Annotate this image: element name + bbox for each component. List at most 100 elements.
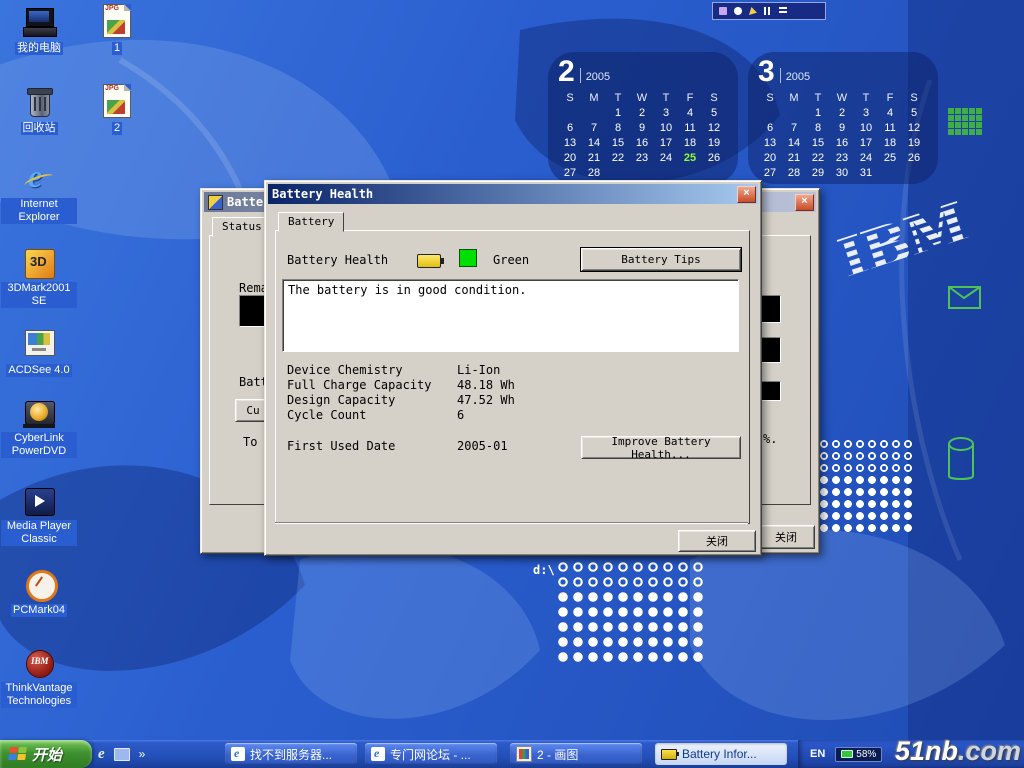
calendar-day-header: F (678, 92, 702, 104)
desktop-icon-acdsee[interactable]: ACDSee 4.0 (1, 328, 77, 378)
desktop-file-2[interactable]: JPG 2 (88, 84, 146, 136)
dot-pattern-hollow (556, 560, 708, 590)
task-label: 找不到服务器... (250, 746, 332, 763)
keyboard-icon[interactable] (764, 7, 772, 15)
desktop-icon-thinkvantage[interactable]: IBM ThinkVantage Technologies (1, 648, 77, 709)
calendar-day (702, 167, 726, 179)
jpg-file-icon: JPG (103, 84, 131, 118)
close-dialog-button[interactable]: 关闭 (678, 530, 756, 552)
task-label: 2 - 画图 (537, 746, 578, 763)
battery-tray-indicator[interactable]: 58% (835, 747, 882, 762)
internet-explorer-quicklaunch-icon[interactable]: e (98, 746, 105, 763)
desktop-file-1[interactable]: JPG 1 (88, 4, 146, 56)
thinkvantage-icon: IBM (22, 648, 56, 680)
ie-icon (371, 747, 385, 761)
calendar-day: 21 (782, 152, 806, 164)
battery-detail-row: Device ChemistryLi-Ion (287, 363, 515, 378)
windows-flag-icon (8, 747, 27, 761)
battery-tray-icon (841, 750, 853, 758)
calendar-day: 22 (606, 152, 630, 164)
calendar-day: 2 (830, 107, 854, 119)
battery-percent: 58% (856, 749, 876, 760)
close-button[interactable]: × (737, 186, 756, 203)
calendar-february-2005: 2 2005 SMTWTFS12345678910111213141516171… (558, 56, 730, 179)
database-icon (946, 436, 976, 486)
calendar-day (630, 167, 654, 179)
desktop-icon-recycle-bin[interactable]: 回收站 (1, 86, 77, 136)
calendar-day (758, 107, 782, 119)
field-value: 47.52 Wh (457, 393, 515, 408)
calendar-day: 1 (606, 107, 630, 119)
taskbar-task-button[interactable]: 专门网论坛 - ... (365, 743, 497, 765)
volume-icon[interactable] (734, 7, 742, 15)
calendar-day-header: T (654, 92, 678, 104)
tab-status[interactable]: Status (212, 217, 272, 237)
calendar-month: 2 (558, 58, 575, 86)
desktop-icon-pcmark04[interactable]: PCMark04 (1, 568, 77, 618)
calendar-day: 14 (582, 137, 606, 149)
desktop-icon-my-computer[interactable]: 我的电脑 (1, 6, 77, 56)
file-type-badge: JPG (105, 85, 119, 92)
condition-textbox[interactable]: The battery is in good condition. (282, 279, 739, 352)
calendar-day: 27 (558, 167, 582, 179)
calendar-day: 13 (558, 137, 582, 149)
calendar-day: 23 (630, 152, 654, 164)
close-window-button[interactable]: 关闭 (757, 525, 815, 549)
improve-battery-health-button[interactable]: Improve Battery Health... (581, 436, 741, 459)
language-indicator[interactable]: EN (810, 748, 825, 760)
my-computer-icon (22, 6, 56, 38)
calendar-day (678, 167, 702, 179)
envelope-icon (948, 286, 982, 310)
desktop-icon-label: PCMark04 (11, 604, 67, 617)
close-button[interactable]: × (795, 194, 814, 211)
desktop-icon-label: 我的电脑 (15, 42, 63, 55)
desktop-icon-label: ACDSee 4.0 (6, 364, 71, 377)
desktop-icon-powerdvd[interactable]: CyberLink PowerDVD (1, 398, 77, 459)
desktop-icon-label: CyberLink PowerDVD (1, 432, 77, 458)
taskbar-task-button[interactable]: 2 - 画图 (510, 743, 642, 765)
desktop-icon-media-player-classic[interactable]: Media Player Classic (1, 486, 77, 547)
desktop-icon-label: ThinkVantage Technologies (1, 682, 77, 708)
start-button[interactable]: 开始 (0, 740, 92, 768)
calendar-day: 13 (758, 137, 782, 149)
desktop-icon-internet-explorer[interactable]: e Internet Explorer (1, 164, 77, 225)
calendar-day: 3 (854, 107, 878, 119)
tab-battery[interactable]: Battery (278, 212, 344, 232)
menu-icon[interactable] (779, 7, 787, 15)
calendar-day: 26 (902, 152, 926, 164)
condition-text: The battery is in good condition. (288, 283, 526, 297)
battery-detail-row: Full Charge Capacity48.18 Wh (287, 378, 515, 393)
calendar-day: 20 (558, 152, 582, 164)
calendar-day: 17 (654, 137, 678, 149)
calendar-day: 22 (806, 152, 830, 164)
field-value: 48.18 Wh (457, 378, 515, 393)
calendar-day: 3 (654, 107, 678, 119)
battery-health-titlebar[interactable]: Battery Health × (268, 184, 758, 204)
pen-icon[interactable] (749, 7, 757, 15)
input-method-icon[interactable] (719, 7, 727, 15)
desktop: IBM d:\ 2 2005 SMTWTFS123456789101112131… (0, 0, 1024, 768)
calendar-day (654, 167, 678, 179)
page-fold (124, 84, 131, 91)
calendar-day: 5 (702, 107, 726, 119)
language-bar[interactable] (712, 2, 826, 20)
desktop-icon-3dmark2001[interactable]: 3D 3DMark2001 SE (1, 248, 77, 309)
calendar-day: 31 (854, 167, 878, 179)
taskbar-task-button[interactable]: Battery Infor... (655, 743, 787, 765)
calendar-day: 10 (654, 122, 678, 134)
calendar-month: 3 (758, 58, 775, 86)
chevron-more-icon[interactable]: » (139, 747, 146, 761)
health-status-text: Green (493, 253, 529, 267)
field-value: 6 (457, 408, 464, 423)
pcmark04-icon (22, 568, 56, 600)
first-used-row: First Used Date 2005-01 (287, 439, 508, 454)
field-label: Full Charge Capacity (287, 378, 457, 393)
battery-detail-row: Design Capacity47.52 Wh (287, 393, 515, 408)
taskbar-task-button[interactable]: 找不到服务器... (225, 743, 357, 765)
battery-tips-button[interactable]: Battery Tips (581, 248, 741, 271)
calendar-day: 26 (702, 152, 726, 164)
show-desktop-icon[interactable] (114, 748, 130, 761)
start-label: 开始 (32, 744, 62, 765)
calendar-day: 19 (702, 137, 726, 149)
calendar-day: 24 (654, 152, 678, 164)
